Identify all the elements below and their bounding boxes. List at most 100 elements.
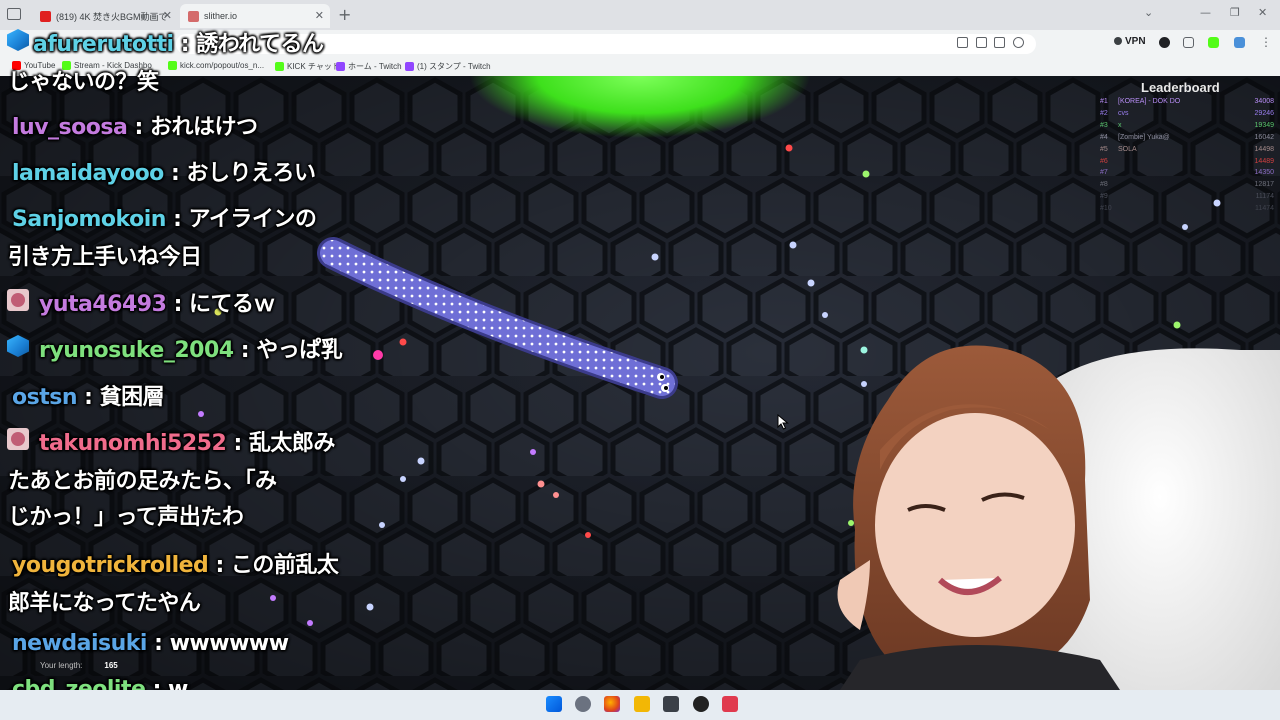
chat-text: 引き方上手いね今日: [8, 245, 202, 270]
webcam-feed: [820, 345, 1280, 720]
app-icon[interactable]: [663, 696, 679, 712]
close-tab-icon[interactable]: ✕: [315, 9, 324, 22]
chat-message: lamaidayooo : おしりえろい: [12, 161, 316, 186]
chat-text: この前乱太: [230, 553, 339, 578]
chat-text: じゃないの？笑: [8, 70, 159, 95]
firefox-icon[interactable]: [604, 696, 620, 712]
leaderboard-score: 14489: [1254, 157, 1274, 165]
kick-extension-icon[interactable]: [1208, 37, 1219, 48]
minimize-button[interactable]: —: [1200, 6, 1211, 19]
leaderboard-name: SOLA: [1118, 145, 1137, 153]
chat-message: ryunosuke_2004 : やっぱ乳: [39, 338, 343, 363]
chat-text: おれはけつ: [149, 115, 258, 140]
settings-gear-icon[interactable]: [575, 696, 591, 712]
chat-username: takunomhi5252: [39, 431, 227, 456]
leaderboard-rank: #5: [1100, 145, 1108, 153]
bookmark-twitch-stamps[interactable]: (1) スタンプ - Twitch: [405, 61, 491, 72]
bookmark-star-icon[interactable]: [1013, 37, 1024, 48]
install-app-icon[interactable]: [957, 37, 968, 48]
chat-username: yuta46493: [39, 292, 167, 317]
chat-text: たあとお前の足みたら、「み: [8, 469, 277, 494]
leaderboard-title: Leaderboard: [1141, 80, 1220, 95]
obs-icon[interactable]: [693, 696, 709, 712]
leaderboard-score: 34008: [1254, 98, 1274, 105]
streamer-hand: [837, 560, 870, 630]
chat-username: ostsn: [12, 385, 77, 410]
leaderboard-rank: #8: [1100, 181, 1108, 189]
user-avatar-icon: [7, 428, 29, 450]
restore-button[interactable]: ❐: [1230, 6, 1240, 19]
browser-menu-icon[interactable]: ⋮: [1260, 35, 1272, 49]
chat-message: ostsn : 貧困層: [12, 385, 165, 410]
file-explorer-icon[interactable]: [634, 696, 650, 712]
chat-username: afurerutotti: [33, 32, 174, 57]
tab-menu-icon[interactable]: [7, 8, 21, 20]
chat-username: newdaisuki: [12, 631, 147, 656]
chat-text: おしりえろい: [186, 161, 316, 186]
leaderboard-rank: #9: [1100, 193, 1108, 201]
stream-chat-overlay: afurerutotti : 誘われてるん じゃないの？笑 luv_soosa …: [0, 24, 380, 704]
leaderboard-rank: #6: [1100, 157, 1108, 165]
leaderboard-row: #5 SOLA 14498: [1100, 146, 1274, 157]
chat-username: yougotrickrolled: [12, 553, 209, 578]
chat-message: luv_soosa : おれはけつ: [12, 115, 258, 140]
tab-label: (819) 4K 焚き火BGM動画で: [56, 11, 168, 22]
extension-icon[interactable]: [994, 37, 1005, 48]
leaderboard-rank: #2: [1100, 109, 1108, 117]
chat-message: yuta46493 : にてるｗ: [39, 292, 276, 317]
translate-icon[interactable]: [976, 37, 987, 48]
twitch-icon: [405, 62, 414, 71]
leaderboard-score: 14350: [1254, 169, 1274, 177]
chat-message: newdaisuki : wwwwww: [12, 631, 289, 656]
subscriber-badge-icon: [7, 335, 29, 357]
leaderboard-name: x: [1118, 121, 1122, 129]
chat-text: にてるｗ: [189, 292, 276, 317]
chat-text: やっぱ乳: [256, 338, 343, 363]
chat-text: 郎羊になってたやん: [8, 591, 201, 616]
leaderboard-row: #6 14489: [1100, 158, 1274, 169]
vpn-button[interactable]: VPN: [1114, 36, 1146, 47]
sidebar-icon[interactable]: [1234, 37, 1245, 48]
leaderboard-score: 16042: [1254, 133, 1274, 141]
leaderboard-rank: #7: [1100, 169, 1108, 177]
leaderboard-name: [KOREA] - DOK DO: [1118, 98, 1181, 105]
leaderboard-rank: #4: [1100, 133, 1108, 141]
leaderboard-row: #1 [KOREA] - DOK DO 34008: [1100, 98, 1274, 109]
chat-text: 乱太郎み: [248, 431, 336, 456]
leaderboard-rank: #1: [1100, 98, 1108, 105]
new-tab-button[interactable]: +: [338, 5, 351, 24]
streamer-face: [875, 413, 1075, 637]
vpn-icon: [1114, 37, 1122, 45]
leaderboard-row: #8 12817: [1100, 181, 1274, 192]
chat-username: ryunosuke_2004: [39, 338, 234, 363]
leaderboard-score: 12817: [1254, 181, 1274, 189]
youtube-favicon-icon: [40, 10, 51, 22]
chat-message: yougotrickrolled : この前乱太: [12, 553, 339, 578]
leaderboard-row: #3 x 19349: [1100, 122, 1274, 133]
leaderboard-score: 11174: [1255, 193, 1274, 201]
chat-message: takunomhi5252 : 乱太郎み: [39, 431, 336, 456]
leaderboard-row: #4 [Zombie] Yuka@ 16042: [1100, 134, 1274, 145]
windows-start-icon[interactable]: [546, 696, 562, 712]
chevron-down-icon[interactable]: ⌄: [1144, 6, 1153, 19]
app-red-icon[interactable]: [722, 696, 738, 712]
leaderboard-name: [Zombie] Yuka@: [1118, 133, 1170, 141]
leaderboard-row: #7 14350: [1100, 169, 1274, 180]
tab-label: slither.io: [204, 11, 238, 21]
leaderboard-score: 14498: [1254, 145, 1274, 153]
chat-message: afurerutotti : 誘われてるん: [33, 32, 324, 57]
chat-text: wwwwww: [169, 631, 289, 656]
notion-icon[interactable]: [1159, 37, 1170, 48]
chat-message: Sanjomokoin : アイラインの: [12, 207, 317, 232]
close-tab-icon[interactable]: ✕: [163, 9, 172, 22]
close-window-button[interactable]: ✕: [1258, 6, 1267, 19]
chat-text: 誘われてるん: [196, 32, 324, 57]
chat-text: じかっ！」って声出たわ: [8, 505, 244, 530]
leaderboard-rank: #3: [1100, 121, 1108, 129]
leaderboard-score: 11474: [1255, 205, 1274, 213]
leaderboard-row: #10 11474: [1100, 205, 1274, 216]
chat-text: 貧困層: [99, 385, 165, 410]
puzzle-icon[interactable]: [1183, 37, 1194, 48]
chat-username: luv_soosa: [12, 115, 128, 140]
subscriber-badge-icon: [7, 29, 29, 51]
